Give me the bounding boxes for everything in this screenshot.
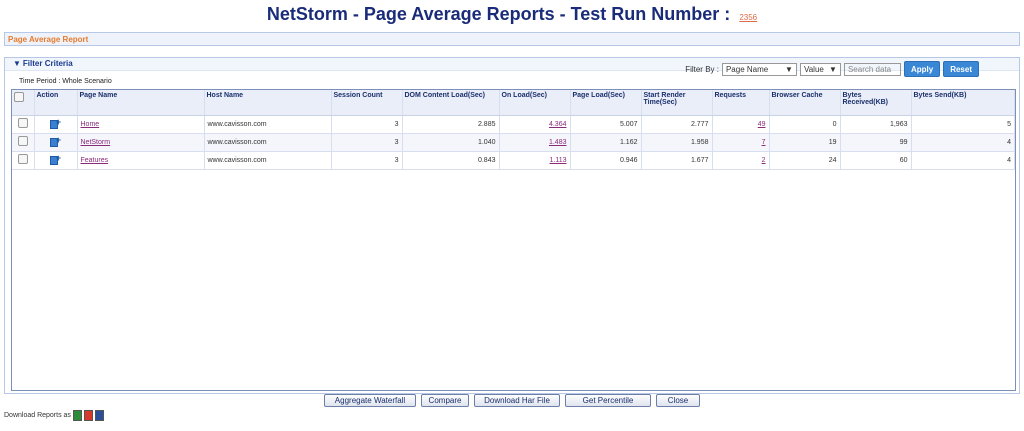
report-table: Action Page Name Host Name Session Count… (12, 90, 1015, 170)
reset-button[interactable]: Reset (943, 61, 979, 77)
sent-cell: 4 (911, 133, 1015, 152)
pageload-cell: 1.162 (570, 133, 642, 152)
column-header[interactable]: Requests (712, 90, 770, 116)
download-har-file-button[interactable]: Download Har File (474, 394, 560, 407)
render-cell: 1.958 (641, 133, 713, 152)
aggregate-waterfall-button[interactable]: Aggregate Waterfall (324, 394, 416, 407)
word-icon[interactable] (94, 410, 104, 421)
add-document-icon[interactable]: + (50, 153, 61, 165)
column-header[interactable]: Host Name (204, 90, 332, 116)
row-checkbox-cell (12, 133, 35, 152)
page-name-link[interactable]: Home (77, 115, 205, 134)
column-header[interactable]: DOM Content Load(Sec) (402, 90, 500, 116)
column-header[interactable]: Session Count (331, 90, 403, 116)
filter-by-label: Filter By : (685, 64, 719, 74)
cache-cell: 0 (769, 115, 841, 134)
dom-cell: 2.885 (402, 115, 500, 134)
requests-link[interactable]: 49 (712, 115, 770, 134)
received-cell: 60 (840, 151, 912, 170)
report-panel: ▼ Filter Criteria Filter By : Page Name ▼ … (4, 57, 1020, 394)
table-row: + Home www.cavisson.com 3 2.885 4.364 5.… (12, 115, 1015, 134)
close-button[interactable]: Close (656, 394, 700, 407)
filter-criteria-toggle[interactable]: ▼ Filter Criteria (13, 59, 73, 68)
row-checkbox[interactable] (17, 136, 28, 146)
add-document-icon[interactable]: + (50, 117, 61, 129)
session-cell: 3 (331, 151, 403, 170)
pageload-cell: 5.007 (570, 115, 642, 134)
column-header[interactable]: Bytes Received(KB) (840, 90, 912, 116)
filter-criteria-title: Filter Criteria (22, 59, 73, 68)
received-cell: 99 (840, 133, 912, 152)
page-name-link[interactable]: Features (77, 151, 205, 170)
action-button-bar: Aggregate Waterfall Compare Download Har… (0, 394, 1024, 407)
row-checkbox[interactable] (17, 118, 28, 128)
compare-button[interactable]: Compare (421, 394, 469, 407)
row-checkbox-cell (12, 151, 35, 170)
column-header[interactable]: Action (34, 90, 78, 116)
chevron-down-icon: ▼ (785, 64, 793, 74)
row-checkbox-cell (12, 115, 35, 134)
column-header[interactable]: Page Name (77, 90, 205, 116)
report-grid: Action Page Name Host Name Session Count… (11, 89, 1016, 391)
filter-field-select[interactable]: Page Name ▼ (721, 62, 797, 76)
received-cell: 1,963 (840, 115, 912, 134)
get-percentile-button[interactable]: Get Percentile (565, 394, 651, 407)
host-cell: www.cavisson.com (204, 133, 332, 152)
column-header[interactable]: Browser Cache (769, 90, 841, 116)
session-cell: 3 (331, 133, 403, 152)
requests-link[interactable]: 7 (712, 133, 770, 152)
page-title-text: NetStorm - Page Average Reports - Test R… (266, 4, 731, 24)
column-header[interactable]: Start Render Time(Sec) (641, 90, 713, 116)
table-header-row: Action Page Name Host Name Session Count… (12, 90, 1015, 116)
add-document-icon[interactable]: + (50, 135, 61, 147)
chevron-down-icon: ▼ (829, 64, 837, 74)
dom-cell: 0.843 (402, 151, 500, 170)
onload-link[interactable]: 1.483 (499, 133, 571, 152)
onload-link[interactable]: 1.113 (499, 151, 571, 170)
select-all-checkbox[interactable] (14, 92, 24, 102)
dom-cell: 1.040 (402, 133, 500, 152)
column-header[interactable]: On Load(Sec) (499, 90, 571, 116)
session-cell: 3 (331, 115, 403, 134)
page-title: NetStorm - Page Average Reports - Test R… (0, 4, 1024, 25)
cache-cell: 19 (769, 133, 841, 152)
test-run-number-link[interactable]: 2356 (739, 13, 757, 22)
action-cell: + (34, 151, 78, 170)
pageload-cell: 0.946 (570, 151, 642, 170)
action-cell: + (34, 115, 78, 134)
time-period-label: Time Period : Whole Scenario (19, 78, 112, 85)
onload-link[interactable]: 4.364 (499, 115, 571, 134)
download-reports-label: Download Reports as (4, 412, 71, 419)
sent-cell: 4 (911, 151, 1015, 170)
filter-bar: Filter By : Page Name ▼ Value ▼ Search dat… (685, 61, 979, 77)
search-input[interactable]: Search data (843, 62, 901, 76)
action-cell: + (34, 133, 78, 152)
render-cell: 2.777 (641, 115, 713, 134)
sent-cell: 5 (911, 115, 1015, 134)
download-reports: Download Reports as (4, 410, 104, 421)
filter-value-select[interactable]: Value ▼ (799, 62, 841, 76)
page-name-link[interactable]: NetStorm (77, 133, 205, 152)
row-checkbox[interactable] (17, 154, 28, 164)
table-row: + NetStorm www.cavisson.com 3 1.040 1.48… (12, 133, 1015, 152)
column-header[interactable]: Page Load(Sec) (570, 90, 642, 116)
table-row: + Features www.cavisson.com 3 0.843 1.11… (12, 151, 1015, 170)
host-cell: www.cavisson.com (204, 151, 332, 170)
apply-button[interactable]: Apply (903, 61, 941, 77)
requests-link[interactable]: 2 (712, 151, 770, 170)
render-cell: 1.677 (641, 151, 713, 170)
breadcrumb: Page Average Report (4, 32, 1020, 46)
excel-icon[interactable] (72, 410, 82, 421)
triangle-down-icon: ▼ (13, 59, 21, 68)
breadcrumb-label: Page Average Report (8, 35, 89, 44)
cache-cell: 24 (769, 151, 841, 170)
select-all-header (12, 90, 35, 116)
column-header[interactable]: Bytes Send(KB) (911, 90, 1015, 116)
host-cell: www.cavisson.com (204, 115, 332, 134)
pdf-icon[interactable] (83, 410, 93, 421)
